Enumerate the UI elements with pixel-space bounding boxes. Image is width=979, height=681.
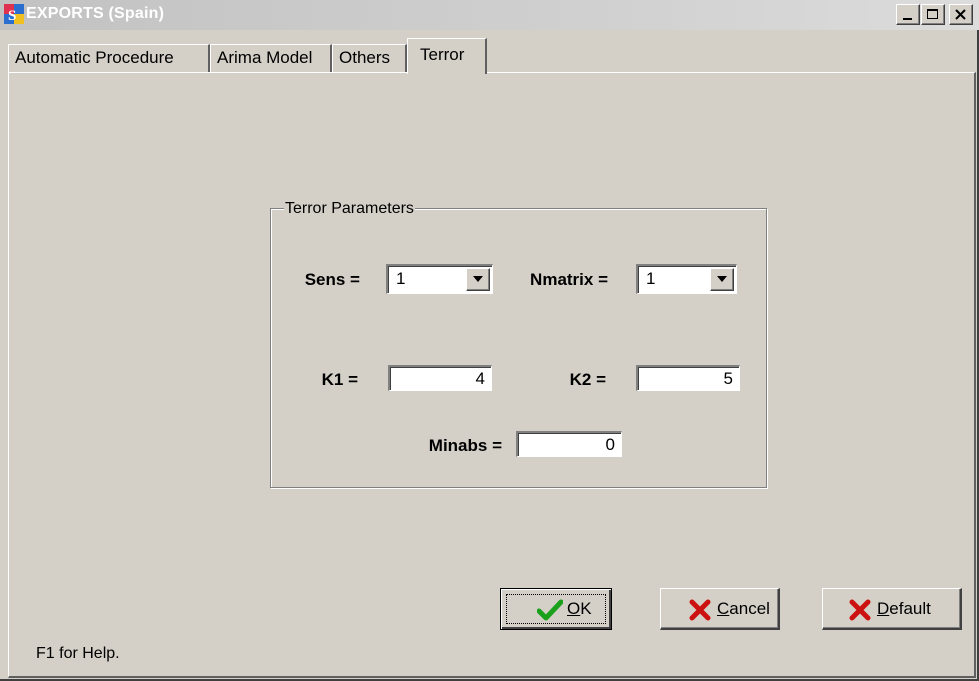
tab-automatic-procedure[interactable]: Automatic Procedure bbox=[8, 44, 210, 72]
k1-value: 4 bbox=[475, 369, 485, 388]
maximize-icon bbox=[927, 9, 938, 19]
default-mnemonic: D bbox=[877, 599, 890, 618]
nmatrix-value: 1 bbox=[646, 269, 656, 288]
k2-label: K2 = bbox=[569, 370, 606, 389]
tab-terror[interactable]: Terror bbox=[407, 38, 487, 74]
k2-field[interactable]: 5 bbox=[636, 365, 740, 391]
svg-text:S: S bbox=[8, 8, 16, 24]
ok-label-rest: K bbox=[580, 599, 592, 618]
maximize-button[interactable] bbox=[921, 4, 945, 25]
sens-value: 1 bbox=[396, 269, 406, 288]
sens-label: Sens = bbox=[304, 270, 360, 289]
app-icon: S bbox=[4, 4, 24, 24]
chevron-down-icon bbox=[473, 276, 483, 282]
k1-field[interactable]: 4 bbox=[388, 365, 492, 391]
default-button[interactable]: Default bbox=[822, 588, 962, 630]
minabs-field[interactable]: 0 bbox=[516, 431, 622, 457]
group-title: Terror Parameters bbox=[284, 200, 415, 218]
title-bar[interactable]: S EXPORTS (Spain) bbox=[0, 0, 979, 30]
default-label-rest: efault bbox=[889, 599, 931, 618]
sens-select[interactable]: 1 bbox=[386, 264, 493, 294]
cancel-label-rest: ancel bbox=[729, 599, 770, 618]
minimize-button[interactable] bbox=[896, 4, 920, 25]
tab-label: Others bbox=[339, 48, 391, 67]
tab-label: Automatic Procedure bbox=[15, 48, 174, 67]
minabs-label: Minabs = bbox=[428, 436, 502, 455]
minimize-icon bbox=[903, 18, 912, 20]
k2-value: 5 bbox=[723, 369, 733, 388]
dialog-window: S EXPORTS (Spain) Automatic Procedure Ar… bbox=[0, 0, 979, 681]
check-icon bbox=[537, 599, 563, 621]
nmatrix-select[interactable]: 1 bbox=[636, 264, 737, 294]
window-title: EXPORTS (Spain) bbox=[26, 5, 165, 22]
ok-label: OK bbox=[567, 599, 592, 619]
nmatrix-label: Nmatrix = bbox=[530, 270, 608, 289]
close-button[interactable] bbox=[949, 4, 973, 25]
x-icon bbox=[849, 599, 871, 621]
cancel-mnemonic: C bbox=[717, 599, 730, 618]
chevron-down-icon bbox=[717, 276, 727, 282]
sens-dropdown-button[interactable] bbox=[466, 268, 490, 291]
help-text: F1 for Help. bbox=[36, 645, 120, 662]
cancel-label: Cancel bbox=[717, 599, 770, 619]
tab-label: Terror bbox=[420, 45, 465, 64]
default-label: Default bbox=[877, 599, 931, 619]
minabs-value: 0 bbox=[605, 435, 615, 454]
ok-button[interactable]: OK bbox=[500, 588, 612, 630]
nmatrix-dropdown-button[interactable] bbox=[710, 268, 734, 291]
tab-label: Arima Model bbox=[217, 48, 313, 67]
tab-others[interactable]: Others bbox=[332, 44, 407, 72]
tab-arima-model[interactable]: Arima Model bbox=[210, 44, 332, 72]
ok-mnemonic: O bbox=[567, 599, 581, 618]
x-icon bbox=[689, 599, 711, 621]
k1-label: K1 = bbox=[321, 370, 358, 389]
close-icon bbox=[955, 9, 966, 20]
cancel-button[interactable]: Cancel bbox=[660, 588, 780, 630]
